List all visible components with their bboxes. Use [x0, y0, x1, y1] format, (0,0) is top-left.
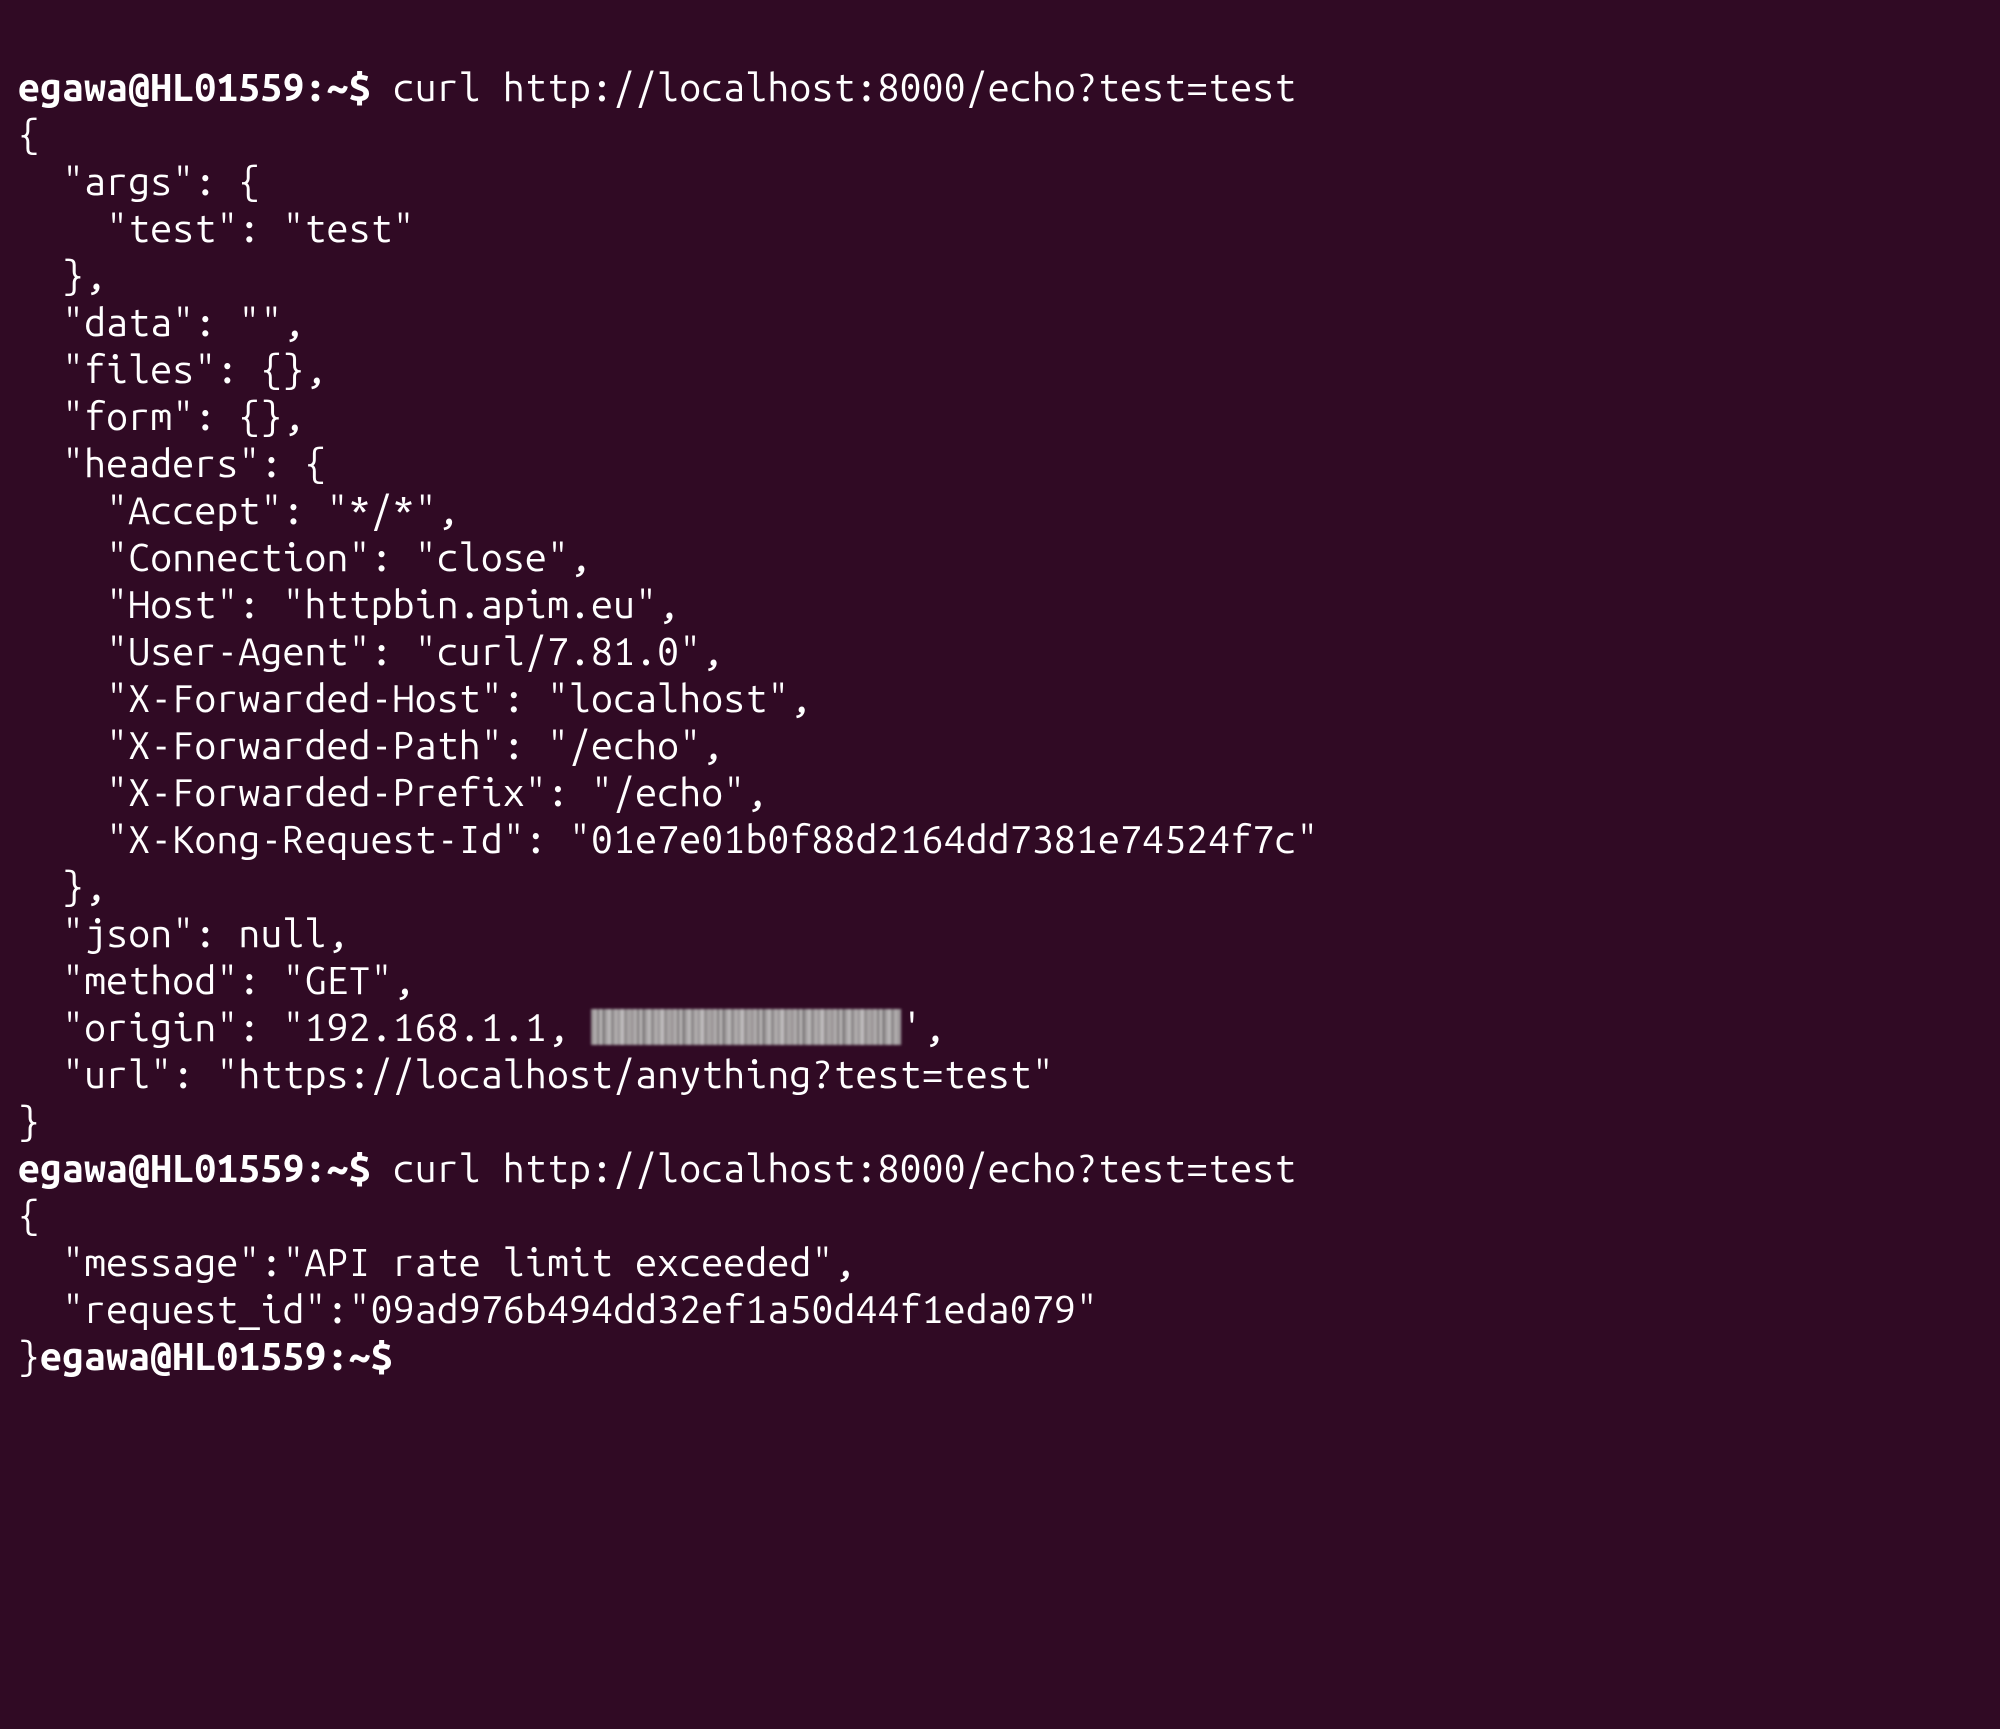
shell-prompt: egawa@HL01559:~$: [18, 66, 393, 109]
output-line: }egawa@HL01559:~$: [18, 1335, 393, 1378]
output-line-origin: "origin": "192.168.1.1, ',: [18, 1006, 945, 1049]
output-line: "User-Agent": "curl/7.81.0",: [18, 630, 723, 673]
output-line: "X-Kong-Request-Id": "01e7e01b0f88d2164d…: [18, 818, 1318, 861]
output-line: "args": {: [18, 160, 260, 203]
origin-suffix: ',: [901, 1006, 945, 1049]
origin-prefix: "origin": "192.168.1.1,: [18, 1006, 591, 1049]
output-line: "method": "GET",: [18, 959, 415, 1002]
command-line: curl http://localhost:8000/echo?test=tes…: [393, 66, 1297, 109]
output-line: "Accept": "*/*",: [18, 489, 459, 532]
output-line: {: [18, 113, 40, 156]
output-line: }: [18, 1100, 40, 1143]
output-line: "Host": "httpbin.apim.eu",: [18, 583, 679, 626]
output-line: "files": {},: [18, 348, 327, 391]
shell-prompt: egawa@HL01559:~$: [18, 1147, 393, 1190]
output-line: "X-Forwarded-Prefix": "/echo",: [18, 771, 767, 814]
command-line: curl http://localhost:8000/echo?test=tes…: [393, 1147, 1297, 1190]
output-line: {: [18, 1194, 40, 1237]
shell-prompt: egawa@HL01559:~$: [40, 1335, 393, 1378]
output-line: "data": "",: [18, 301, 305, 344]
output-line: "form": {},: [18, 395, 305, 438]
output-line: "Connection": "close",: [18, 536, 591, 579]
output-line: "headers": {: [18, 442, 327, 485]
redacted-ip: [591, 1009, 901, 1045]
output-line: "message":"API rate limit exceeded",: [18, 1241, 856, 1284]
output-line: "X-Forwarded-Path": "/echo",: [18, 724, 723, 767]
output-line: "url": "https://localhost/anything?test=…: [18, 1053, 1054, 1096]
output-line: "test": "test": [18, 207, 415, 250]
output-line: "request_id":"09ad976b494dd32ef1a50d44f1…: [18, 1288, 1098, 1331]
output-line: "json": null,: [18, 912, 349, 955]
terminal[interactable]: egawa@HL01559:~$ curl http://localhost:8…: [0, 0, 2000, 1381]
output-line: },: [18, 254, 106, 297]
output-line: "X-Forwarded-Host": "localhost",: [18, 677, 811, 720]
closing-brace: }: [18, 1335, 40, 1378]
output-line: },: [18, 865, 106, 908]
